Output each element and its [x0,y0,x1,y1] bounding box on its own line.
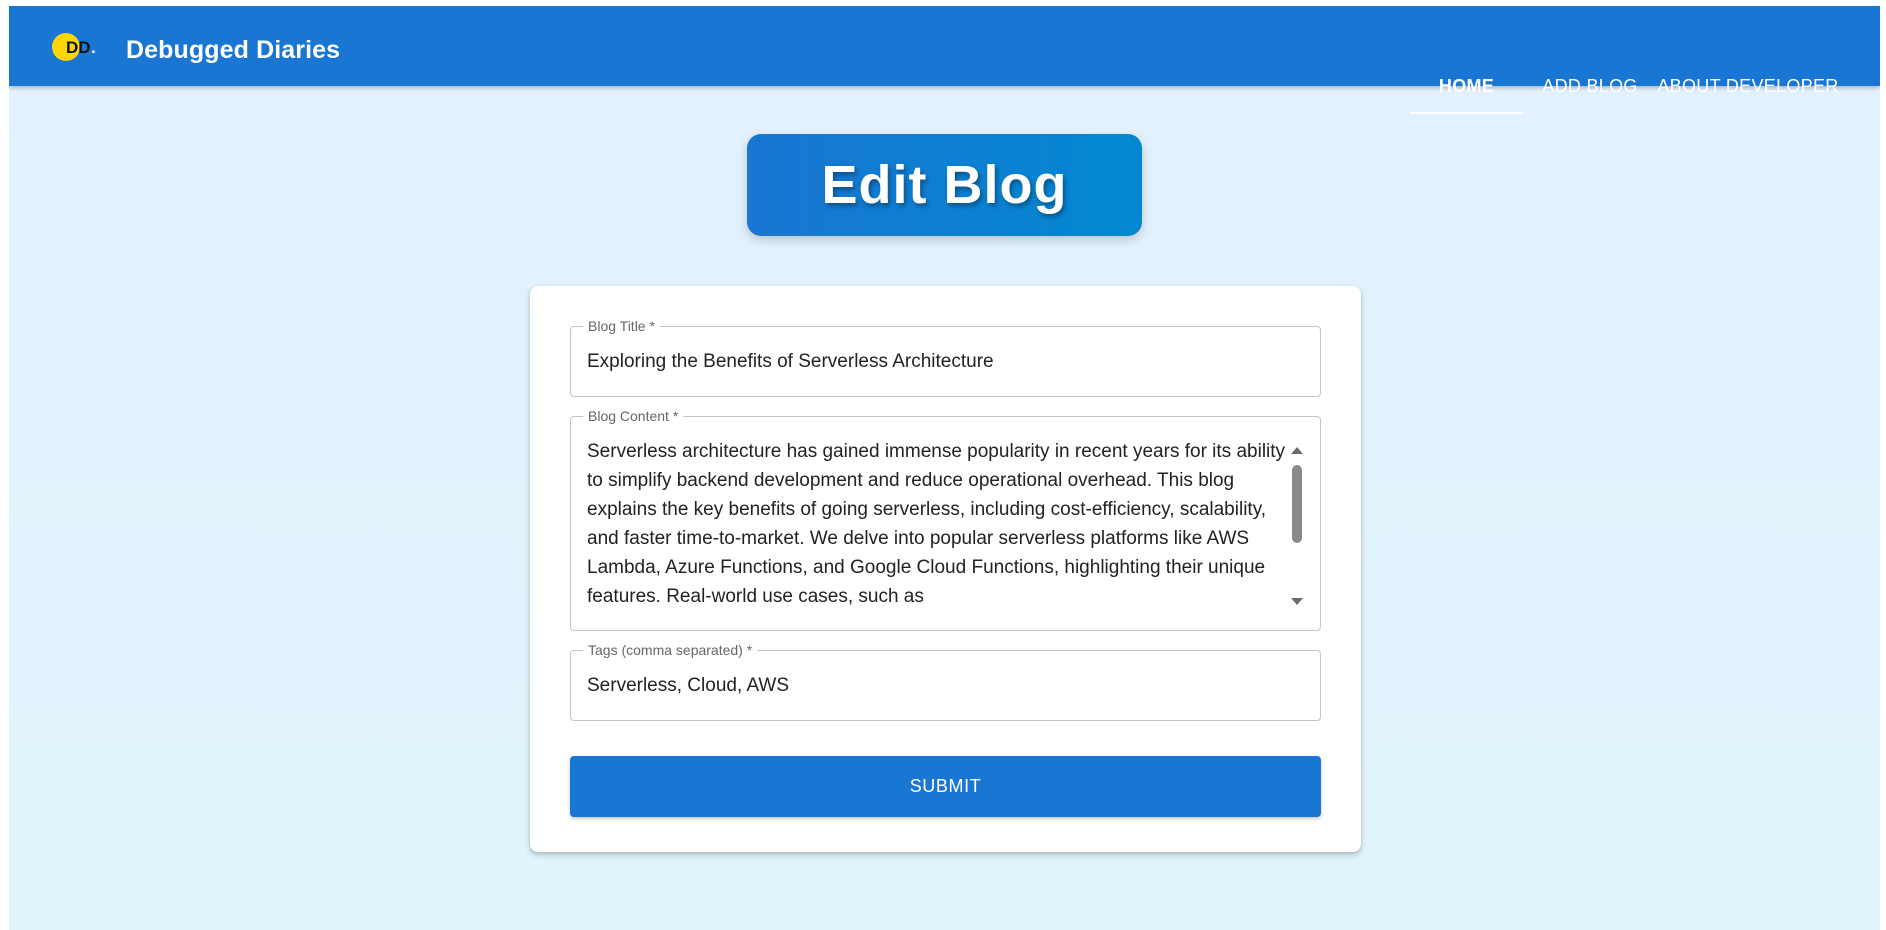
app-bar: DD . Debugged Diaries HOME ADD BLOG ABOU… [9,6,1880,114]
edit-blog-form: Blog Title * Exploring the Benefits of S… [530,286,1361,852]
tags-label: Tags (comma separated) * [583,641,758,659]
brand-logo[interactable]: DD . [51,31,107,63]
tags-field[interactable]: Tags (comma separated) * Serverless, Clo… [570,641,1321,721]
page-title-banner: Edit Blog [747,134,1142,236]
blog-title-input[interactable]: Exploring the Benefits of Serverless Arc… [587,351,994,373]
svg-text:DD: DD [66,38,91,57]
submit-button[interactable]: SUBMIT [570,756,1321,817]
blog-title-label: Blog Title * [583,317,660,335]
page-title: Edit Blog [821,155,1068,215]
blog-content-label: Blog Content * [583,407,684,425]
nav-about-developer[interactable]: ABOUT DEVELOPER [1657,46,1839,126]
content-scrollbar[interactable] [1290,437,1304,615]
blog-content-field[interactable]: Blog Content * Serverless architecture h… [570,407,1321,631]
blog-title-field[interactable]: Blog Title * Exploring the Benefits of S… [570,317,1321,397]
blog-content-textarea[interactable]: Serverless architecture has gained immen… [587,437,1290,615]
tags-input[interactable]: Serverless, Cloud, AWS [587,675,789,697]
nav-home[interactable]: HOME [1410,46,1523,126]
brand-name[interactable]: Debugged Diaries [126,36,340,65]
scrollbar-thumb[interactable] [1292,465,1302,543]
page-background: DD . Debugged Diaries HOME ADD BLOG ABOU… [9,6,1880,930]
scroll-down-arrow-icon[interactable] [1291,598,1303,605]
svg-text:.: . [91,38,96,57]
scroll-up-arrow-icon[interactable] [1291,447,1303,454]
nav-add-blog[interactable]: ADD BLOG [1534,46,1646,126]
